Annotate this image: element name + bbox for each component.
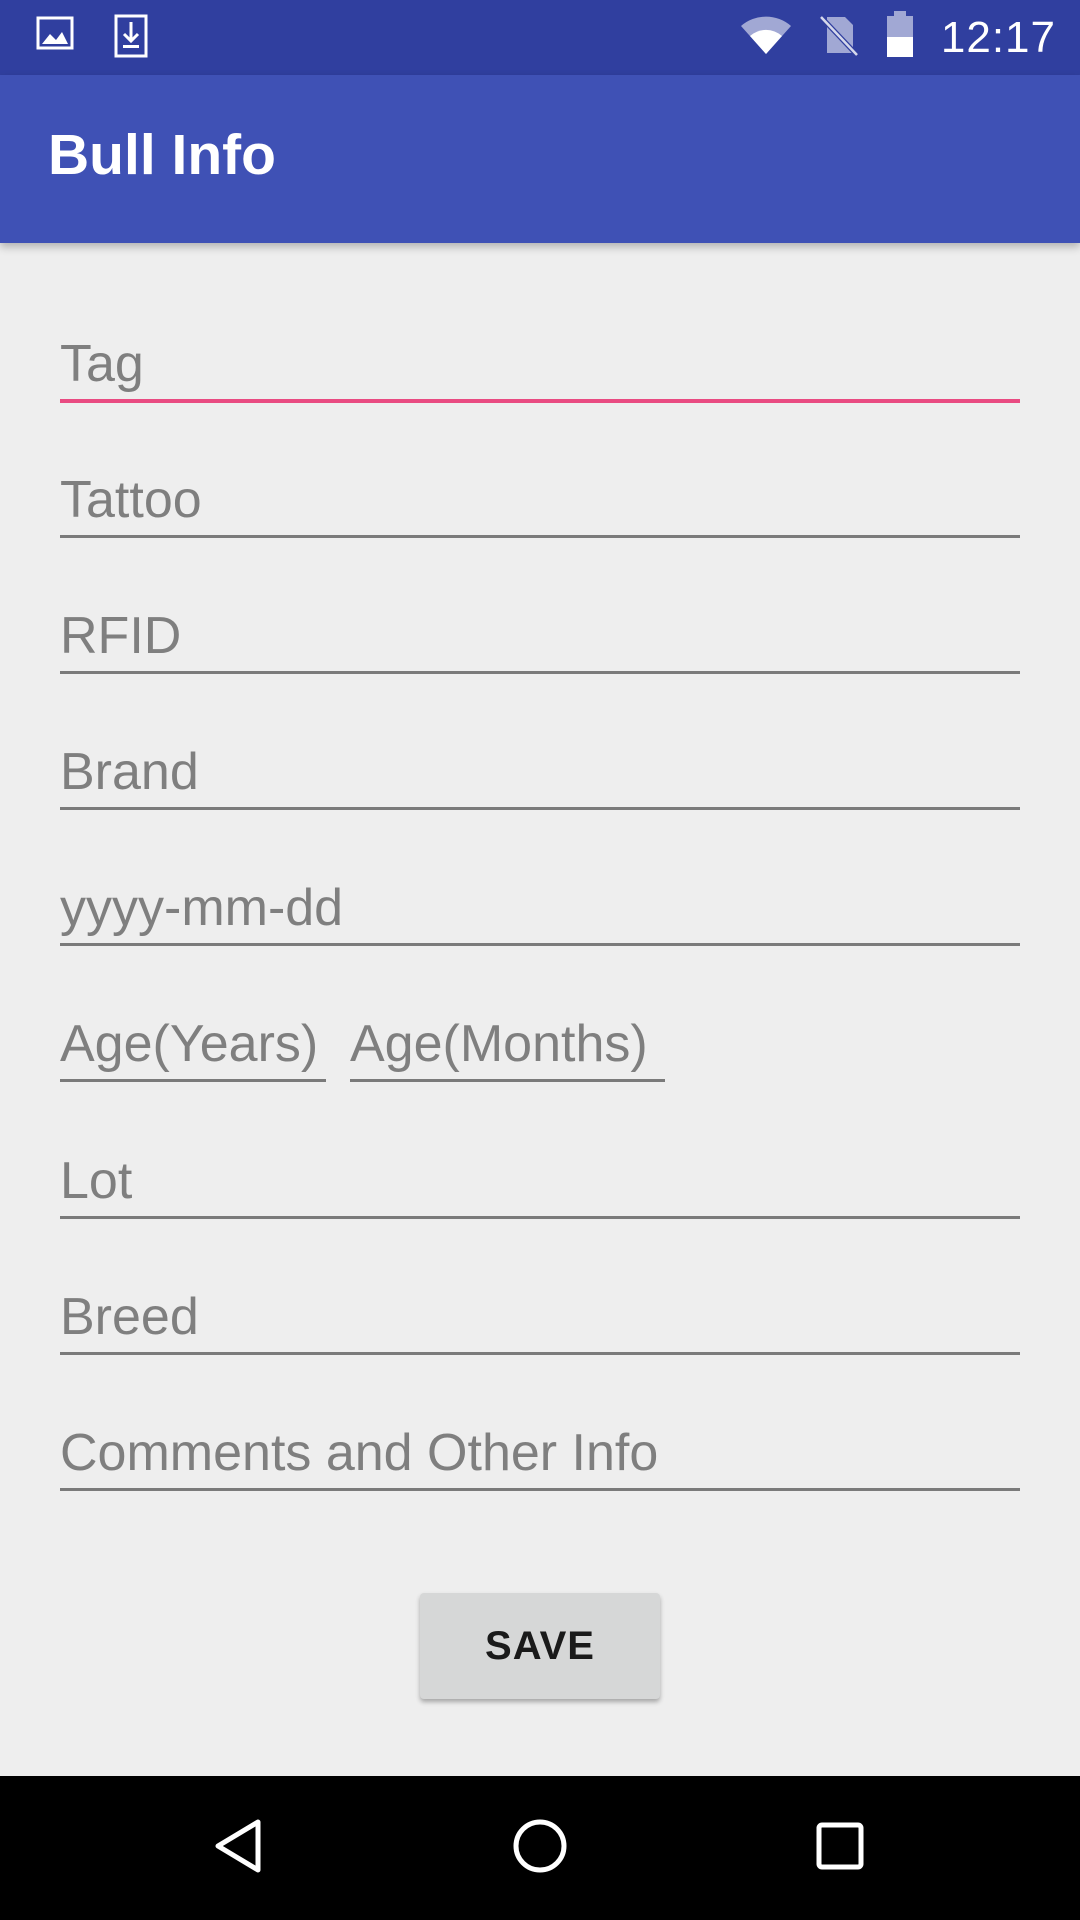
battery-icon <box>885 11 915 64</box>
gallery-icon <box>36 14 74 63</box>
rfid-field[interactable] <box>60 594 1020 674</box>
home-button[interactable] <box>470 1776 610 1920</box>
comments-input[interactable] <box>60 1411 1020 1488</box>
home-icon <box>510 1816 570 1881</box>
date-input[interactable] <box>60 866 1020 943</box>
tag-input[interactable] <box>60 323 1020 399</box>
breed-field[interactable] <box>60 1275 1020 1355</box>
breed-input[interactable] <box>60 1275 1020 1352</box>
no-sim-icon <box>819 13 859 62</box>
clock-time: 12:17 <box>940 12 1056 62</box>
recents-icon <box>810 1816 870 1881</box>
tattoo-input[interactable] <box>60 458 1020 535</box>
save-button[interactable]: SAVE <box>420 1593 660 1699</box>
back-button[interactable] <box>170 1776 310 1920</box>
navigation-bar <box>0 1776 1080 1920</box>
date-field[interactable] <box>60 866 1020 946</box>
tag-field[interactable] <box>60 323 1020 403</box>
app-bar: Bull Info <box>0 75 1080 243</box>
age-years-input[interactable] <box>60 1002 326 1079</box>
lot-field[interactable] <box>60 1139 1020 1219</box>
brand-input[interactable] <box>60 730 1020 807</box>
brand-field[interactable] <box>60 730 1020 810</box>
page-title: Bull Info <box>48 123 276 187</box>
tattoo-field[interactable] <box>60 458 1020 538</box>
age-months-input[interactable] <box>350 1002 665 1079</box>
wifi-icon <box>739 14 793 61</box>
status-bar: 12:17 <box>0 0 1080 75</box>
download-icon <box>114 14 148 63</box>
rfid-input[interactable] <box>60 594 1020 671</box>
recents-button[interactable] <box>770 1776 910 1920</box>
age-years-field[interactable] <box>60 1002 326 1082</box>
back-icon <box>210 1816 270 1881</box>
lot-input[interactable] <box>60 1139 1020 1216</box>
age-months-field[interactable] <box>350 1002 665 1082</box>
comments-field[interactable] <box>60 1411 1020 1491</box>
